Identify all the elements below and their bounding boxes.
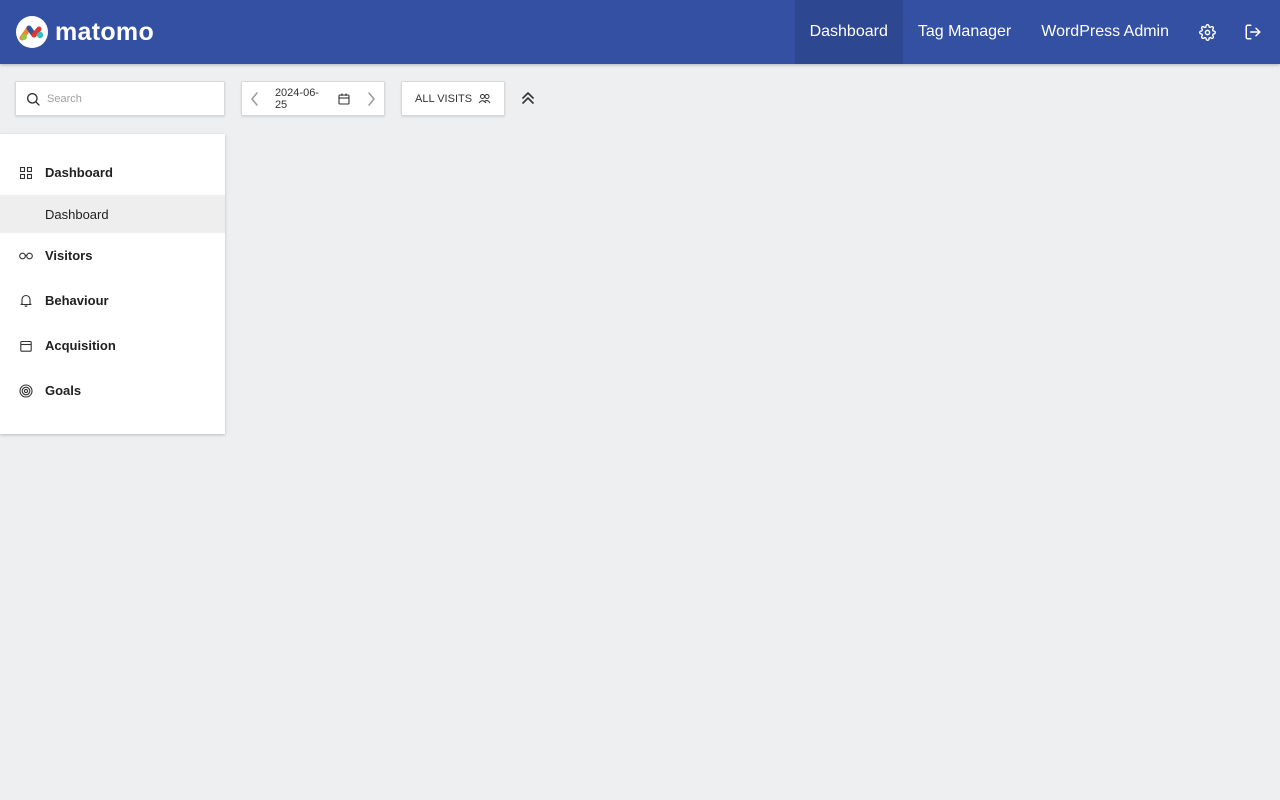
matomo-logo-icon (16, 16, 48, 48)
sidebar-category-goals[interactable]: Goals (0, 368, 225, 413)
logout-button[interactable] (1230, 0, 1280, 64)
sidebar-category-label: Acquisition (45, 338, 116, 353)
segment-label: ALL VISITS (415, 92, 473, 105)
search-icon (27, 92, 40, 106)
next-period-button[interactable] (358, 82, 384, 115)
sidebar-category-visitors[interactable]: Visitors (0, 233, 225, 278)
sidebar-item-dashboard[interactable]: Dashboard (0, 195, 225, 233)
grid-icon (19, 166, 33, 180)
calendar-icon (19, 339, 33, 353)
top-bar: matomo Dashboard Tag Manager WordPress A… (0, 0, 1280, 64)
topnav-wordpress-admin[interactable]: WordPress Admin (1026, 0, 1184, 64)
calendar-icon[interactable] (338, 93, 350, 105)
chevron-right-icon (368, 91, 375, 106)
segment-selector[interactable]: ALL VISITS (401, 81, 505, 116)
collapse-header-button[interactable] (518, 88, 538, 108)
bell-icon (19, 294, 33, 308)
double-chevron-up-icon (522, 92, 534, 104)
topnav-tag-manager[interactable]: Tag Manager (903, 0, 1026, 64)
segment-users-icon (478, 93, 491, 103)
logo-text: matomo (55, 18, 155, 46)
sidebar-menu: Dashboard Dashboard Visitors Behaviour A… (0, 134, 225, 434)
top-navigation: Dashboard Tag Manager WordPress Admin (794, 0, 1280, 64)
gear-icon (1199, 23, 1216, 41)
period-selector: 2024-06-25 (241, 81, 385, 116)
sidebar-category-dashboard[interactable]: Dashboard (0, 150, 225, 195)
topnav-dashboard[interactable]: Dashboard (794, 0, 903, 64)
settings-button[interactable] (1184, 0, 1230, 64)
sidebar-category-label: Goals (45, 383, 82, 398)
binoculars-icon (19, 249, 33, 263)
target-icon (19, 383, 33, 398)
sidebar-category-label: Dashboard (45, 165, 113, 180)
previous-period-button[interactable] (242, 82, 268, 115)
search-box[interactable] (15, 81, 225, 116)
chevron-left-icon (251, 91, 258, 106)
sidebar-category-label: Behaviour (45, 293, 109, 308)
matomo-logo[interactable]: matomo (16, 15, 154, 49)
sidebar-category-acquisition[interactable]: Acquisition (0, 323, 225, 368)
logout-icon (1245, 24, 1261, 40)
search-input[interactable] (47, 92, 207, 105)
selected-date[interactable]: 2024-06-25 (275, 87, 331, 111)
sidebar-category-label: Visitors (45, 248, 93, 263)
sidebar-category-behaviour[interactable]: Behaviour (0, 278, 225, 323)
